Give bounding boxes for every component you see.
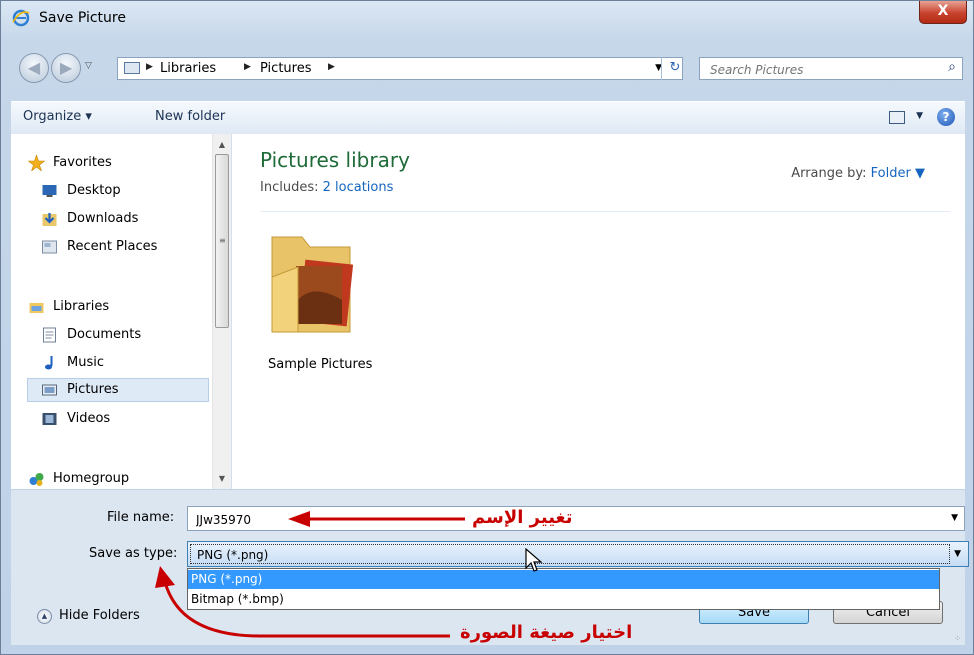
format-arrow-head [155,566,175,588]
format-arrow-line [163,581,450,638]
mouse-pointer-icon [525,548,543,572]
rename-annotation: تغيير الإسم [472,507,573,528]
choose-format-annotation: اختيار صيغة الصورة [460,622,633,643]
annotation-arrows [155,511,465,638]
rename-arrow-head [288,511,310,527]
